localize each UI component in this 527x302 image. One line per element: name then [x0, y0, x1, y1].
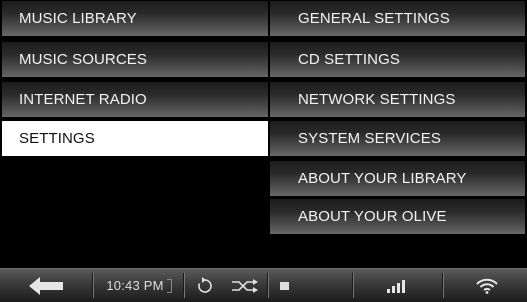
stop-button[interactable]	[270, 269, 300, 302]
menu-item-music-library[interactable]: MUSIC LIBRARY	[2, 1, 268, 37]
submenu-item-about-your-olive[interactable]: ABOUT YOUR OLIVE	[270, 199, 525, 235]
wifi-status[interactable]	[446, 269, 527, 302]
repeat-icon	[198, 276, 212, 293]
stop-icon	[280, 281, 289, 290]
back-button[interactable]	[0, 269, 92, 302]
repeat-button[interactable]	[190, 269, 220, 302]
shuffle-button[interactable]	[225, 269, 265, 302]
wifi-icon	[475, 278, 498, 294]
shuffle-icon	[232, 278, 258, 293]
submenu-item-system-services[interactable]: SYSTEM SERVICES	[270, 121, 525, 157]
submenu-item-general-settings[interactable]: GENERAL SETTINGS	[270, 1, 525, 37]
submenu-item-cd-settings[interactable]: CD SETTINGS	[270, 42, 525, 78]
submenu-item-network-settings[interactable]: NETWORK SETTINGS	[270, 82, 525, 118]
time-label: 10:43 PM	[106, 278, 164, 293]
menu-item-settings[interactable]: SETTINGS	[2, 121, 268, 157]
back-arrow-icon	[29, 276, 63, 295]
signal-bars-icon	[386, 279, 405, 293]
submenu-item-about-your-library[interactable]: ABOUT YOUR LIBRARY	[270, 161, 525, 197]
signal-strength	[355, 269, 440, 302]
status-bar: 10:43 PM	[0, 268, 527, 302]
menu-item-internet-radio[interactable]: INTERNET RADIO	[2, 82, 268, 118]
olive-settings-screen: MUSIC LIBRARY MUSIC SOURCES INTERNET RAD…	[0, 0, 527, 302]
menu-item-music-sources[interactable]: MUSIC SOURCES	[2, 42, 268, 78]
clock: 10:43 PM	[94, 269, 184, 302]
